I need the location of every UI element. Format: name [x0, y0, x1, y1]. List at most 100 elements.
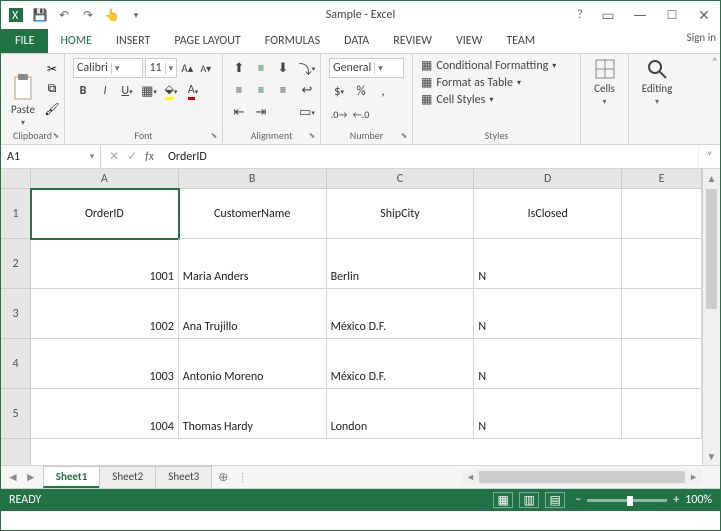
cancel-formula-icon[interactable]: ✕ — [109, 149, 119, 164]
name-box[interactable]: ▾ — [1, 145, 101, 168]
formula-input[interactable] — [162, 150, 698, 164]
chevron-down-icon[interactable]: ▾ — [84, 151, 100, 162]
align-left-icon[interactable]: ≡ — [229, 80, 249, 100]
nav-next-icon[interactable]: ► — [25, 470, 37, 485]
qat-customize-icon[interactable]: ▾ — [125, 4, 147, 26]
tab-view[interactable]: VIEW — [444, 29, 494, 53]
redo-icon[interactable]: ↷ — [77, 4, 99, 26]
zoom-handle[interactable] — [627, 496, 633, 506]
cell-styles-button[interactable]: ▦Cell Styles▾ — [421, 92, 572, 107]
cell[interactable] — [622, 189, 702, 239]
maximize-icon[interactable]: ☐ — [656, 4, 688, 26]
cell[interactable]: N — [474, 289, 622, 339]
cell[interactable]: Thomas Hardy — [179, 389, 327, 439]
increase-font-icon[interactable]: A▴ — [179, 58, 195, 78]
zoom-out-icon[interactable]: − — [575, 493, 581, 507]
tab-home[interactable]: HOME — [48, 29, 104, 53]
zoom-in-icon[interactable]: + — [673, 493, 679, 507]
tab-page-layout[interactable]: PAGE LAYOUT — [162, 29, 252, 53]
cell[interactable]: 1002 — [31, 289, 179, 339]
cell[interactable]: México D.F. — [327, 339, 475, 389]
accounting-format-icon[interactable]: $▾ — [329, 81, 349, 101]
row-header-5[interactable]: 5 — [1, 389, 30, 439]
tab-split-handle[interactable]: ⁞ — [235, 471, 250, 484]
decrease-indent-icon[interactable]: ⇤ — [229, 102, 249, 122]
font-color-icon[interactable]: A▾ — [183, 81, 203, 101]
cell[interactable]: CustomerName — [179, 189, 327, 239]
increase-decimal-icon[interactable]: .0→ — [329, 104, 349, 124]
tab-file[interactable]: FILE — [1, 29, 48, 53]
cell[interactable]: N — [474, 389, 622, 439]
align-top-icon[interactable]: ⬆ — [229, 58, 249, 78]
align-right-icon[interactable]: ≡ — [273, 80, 293, 100]
cell[interactable]: Ana Trujillo — [179, 289, 327, 339]
horizontal-scrollbar[interactable]: ◄ ► — [462, 469, 702, 485]
vertical-scrollbar[interactable]: ▲ ▼ — [702, 169, 720, 465]
tab-team[interactable]: TEAM — [494, 29, 547, 53]
cell[interactable]: ShipCity — [327, 189, 475, 239]
scroll-right-icon[interactable]: ► — [685, 472, 702, 483]
wrap-text-icon[interactable]: ↩ — [297, 80, 317, 100]
ribbon-display-icon[interactable]: ▭ — [592, 4, 624, 26]
cell[interactable]: London — [327, 389, 475, 439]
comma-format-icon[interactable]: , — [373, 81, 393, 101]
normal-view-icon[interactable]: ▦ — [493, 492, 513, 508]
undo-icon[interactable]: ↶ — [53, 4, 75, 26]
cell[interactable]: Maria Anders — [179, 239, 327, 289]
cell[interactable] — [622, 389, 702, 439]
sign-in-link[interactable]: Sign in — [687, 31, 716, 44]
tab-review[interactable]: REVIEW — [381, 29, 444, 53]
nav-prev-icon[interactable]: ◄ — [7, 470, 19, 485]
decrease-decimal-icon[interactable]: ←.0 — [351, 104, 371, 124]
page-break-view-icon[interactable]: ▤ — [545, 492, 565, 508]
scroll-left-icon[interactable]: ◄ — [462, 472, 479, 483]
column-header-C[interactable]: C — [327, 169, 475, 188]
column-header-D[interactable]: D — [474, 169, 622, 188]
number-format-combo[interactable]: General▾ — [329, 58, 404, 78]
cell[interactable]: México D.F. — [327, 289, 475, 339]
editing-button[interactable]: Editing ▾ — [633, 56, 681, 109]
help-icon[interactable]: ? — [568, 4, 592, 26]
cell[interactable]: Berlin — [327, 239, 475, 289]
orientation-icon[interactable]: ⤵▾ — [297, 58, 317, 78]
cell[interactable]: 1004 — [31, 389, 179, 439]
format-as-table-button[interactable]: ▦Format as Table▾ — [421, 75, 572, 90]
format-painter-icon[interactable]: 🖌 — [43, 100, 61, 118]
cell[interactable] — [622, 239, 702, 289]
increase-indent-icon[interactable]: ⇥ — [251, 102, 271, 122]
alignment-launcher[interactable] — [306, 130, 318, 142]
row-header-4[interactable]: 4 — [1, 339, 30, 389]
scroll-thumb[interactable] — [479, 471, 685, 483]
sheet-tab-sheet3[interactable]: Sheet3 — [155, 466, 212, 488]
cell[interactable]: 1001 — [31, 239, 179, 289]
zoom-value[interactable]: 100% — [685, 493, 712, 507]
font-launcher[interactable] — [208, 130, 220, 142]
conditional-formatting-button[interactable]: ▦Conditional Formatting▾ — [421, 58, 572, 73]
fx-icon[interactable]: fx — [145, 150, 154, 164]
cells-button[interactable]: Cells ▾ — [585, 56, 624, 109]
sheet-tab-sheet1[interactable]: Sheet1 — [43, 466, 101, 488]
zoom-slider[interactable] — [587, 499, 667, 502]
column-header-A[interactable]: A — [31, 169, 179, 188]
enter-formula-icon[interactable]: ✓ — [127, 149, 137, 164]
expand-formula-bar-icon[interactable]: ˅ — [698, 145, 720, 168]
row-header-1[interactable]: 1 — [1, 189, 30, 239]
scroll-thumb[interactable] — [706, 189, 717, 309]
select-all-corner[interactable] — [1, 169, 31, 189]
cell[interactable] — [622, 339, 702, 389]
save-icon[interactable]: 💾 — [29, 4, 51, 26]
cell[interactable]: N — [474, 339, 622, 389]
collapse-ribbon-icon[interactable]: ˄ — [712, 56, 718, 70]
bold-icon[interactable]: B — [73, 81, 93, 101]
minimize-icon[interactable]: — — [624, 4, 656, 26]
italic-icon[interactable]: I — [95, 81, 115, 101]
cell[interactable]: N — [474, 239, 622, 289]
cell[interactable]: 1003 — [31, 339, 179, 389]
font-size-combo[interactable]: 11▾ — [145, 58, 177, 78]
clipboard-launcher[interactable] — [50, 130, 62, 142]
cell[interactable] — [622, 289, 702, 339]
tab-formulas[interactable]: FORMULAS — [253, 29, 332, 53]
page-layout-view-icon[interactable]: ▥ — [519, 492, 539, 508]
decrease-font-icon[interactable]: A▾ — [198, 58, 214, 78]
percent-format-icon[interactable]: % — [351, 81, 371, 101]
